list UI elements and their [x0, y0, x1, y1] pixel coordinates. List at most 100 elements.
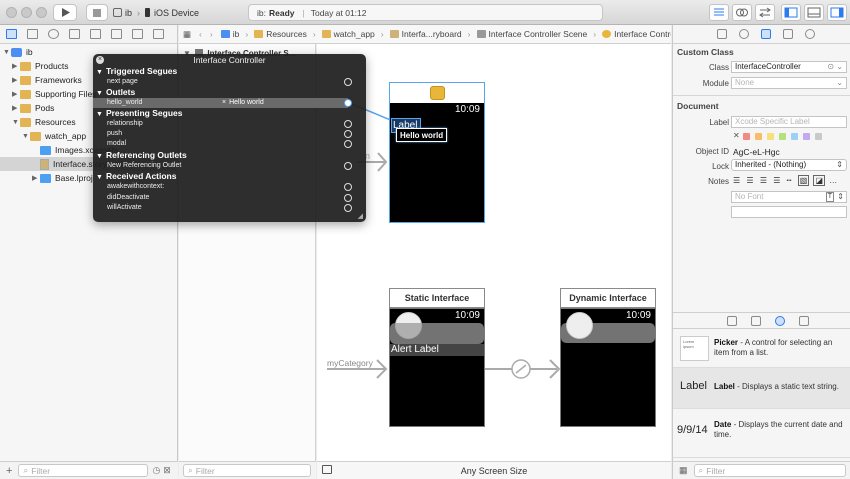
crumb-scene[interactable]: Interface Controller Scene	[476, 29, 587, 39]
connection-circle-icon[interactable]	[344, 204, 352, 212]
background-color-icon[interactable]: ◪	[813, 175, 826, 186]
toggle-outline-icon[interactable]	[322, 465, 332, 474]
crumb-controller[interactable]: Interface Controller	[602, 29, 671, 39]
close-window-button[interactable]	[6, 7, 17, 18]
label-color-red[interactable]	[743, 133, 750, 140]
grid-view-icon[interactable]: ▦	[679, 465, 688, 476]
notes-format-bar[interactable]: ☰ ☰ ☰ ☰ ┅ ▧ ◪ …	[733, 175, 837, 186]
align-left-icon[interactable]: ☰	[733, 176, 740, 185]
connection-circle-icon[interactable]	[344, 130, 352, 138]
disclosure-closed-icon[interactable]: ▶	[32, 174, 40, 182]
connection-row-will-activate[interactable]: willActivate	[93, 203, 366, 213]
disclosure-closed-icon[interactable]: ▶	[12, 62, 20, 70]
static-interface-screen[interactable]: 10:09 Alert Label	[389, 308, 485, 427]
connection-circle-icon[interactable]	[344, 194, 352, 202]
connection-row-new-referencing-outlet[interactable]: New Referencing Outlet	[93, 161, 366, 171]
label-color-orange[interactable]	[755, 133, 762, 140]
connections-inspector-tab-icon[interactable]	[805, 29, 815, 39]
library-item-date[interactable]: 9/9/14 Date - Displays the current date …	[673, 409, 850, 458]
label-color-gray[interactable]	[815, 133, 822, 140]
clear-color-icon[interactable]: ✕	[733, 131, 740, 140]
source-control-filter-icon[interactable]: ⊠	[163, 465, 171, 476]
file-template-library-icon[interactable]	[727, 315, 737, 326]
library-item-label[interactable]: Label Label - Displays a static text str…	[673, 368, 850, 409]
interface-controller-scene[interactable]: 10:09 Label	[389, 82, 485, 223]
controller-icon[interactable]	[430, 86, 445, 100]
dynamic-interface-title[interactable]: Dynamic Interface	[560, 288, 656, 308]
project-navigator-tab-icon[interactable]	[6, 29, 17, 39]
connection-circle-icon[interactable]	[344, 140, 352, 148]
connection-row-hello-world[interactable]: hello_world × Hello world	[93, 98, 366, 108]
disclosure-open-icon[interactable]: ▼	[3, 49, 11, 56]
toggle-navigator-button[interactable]	[781, 4, 801, 21]
lock-popup[interactable]: Inherited - (Nothing) ⇕	[731, 159, 847, 171]
align-right-icon[interactable]: ☰	[760, 176, 767, 185]
module-dropdown-icon[interactable]: ⌄	[836, 78, 843, 88]
connection-row-awake-with-context[interactable]: awakewithcontext:	[93, 182, 366, 192]
issue-navigator-tab-icon[interactable]	[69, 29, 80, 39]
zoom-window-button[interactable]	[36, 7, 47, 18]
navigator-filter-input[interactable]: ⌕ Filter	[18, 464, 149, 477]
toggle-debug-area-button[interactable]	[804, 4, 824, 21]
library-filter-input[interactable]: ⌕ Filter	[693, 464, 846, 477]
connection-row-push[interactable]: push	[93, 129, 366, 139]
outline-filter-input[interactable]: ⌕ Filter	[183, 464, 311, 477]
resize-grip-icon[interactable]: ◢	[358, 212, 363, 220]
file-inspector-tab-icon[interactable]	[717, 29, 727, 39]
connection-circle-icon[interactable]	[344, 162, 352, 170]
quick-help-tab-icon[interactable]	[739, 29, 749, 39]
assistant-editor-button[interactable]	[732, 4, 752, 21]
disclosure-open-icon[interactable]: ▼	[12, 119, 20, 126]
run-button[interactable]	[53, 4, 77, 21]
toggle-utilities-button[interactable]	[827, 4, 847, 21]
alert-label[interactable]: Alert Label	[390, 344, 484, 356]
object-library-icon[interactable]	[775, 315, 785, 326]
find-navigator-tab-icon[interactable]	[48, 29, 59, 39]
class-dropdown-icon[interactable]: ⊙ ⌄	[827, 62, 843, 72]
font-stepper-icon[interactable]: ⇕	[837, 192, 844, 202]
label-color-yellow[interactable]	[767, 133, 774, 140]
more-icon[interactable]: …	[829, 176, 837, 185]
report-navigator-tab-icon[interactable]	[153, 29, 164, 39]
test-navigator-tab-icon[interactable]	[90, 29, 101, 39]
justify-icon[interactable]: ☰	[773, 176, 780, 185]
crumb-resources[interactable]: Resources	[254, 29, 307, 39]
back-icon[interactable]: ‹	[199, 29, 202, 39]
crumb-storyboard[interactable]: Interfa...ryboard	[389, 29, 462, 39]
disclosure-closed-icon[interactable]: ▶	[12, 104, 20, 112]
recent-files-icon[interactable]: ◷	[152, 465, 160, 476]
static-interface-title[interactable]: Static Interface	[389, 288, 485, 308]
library-item-picker[interactable]: Lorem ipsum Picker - A control for selec…	[673, 330, 850, 368]
debug-navigator-tab-icon[interactable]	[111, 29, 122, 39]
crumb-watch-app[interactable]: watch_app	[321, 29, 375, 39]
disclosure-closed-icon[interactable]: ▶	[12, 90, 20, 98]
crumb-project[interactable]: ib	[220, 29, 239, 39]
label-color-green[interactable]	[779, 133, 786, 140]
connection-circle-icon[interactable]	[344, 78, 352, 86]
breakpoint-navigator-tab-icon[interactable]	[132, 29, 143, 39]
size-class-button[interactable]: Any Screen Size	[461, 466, 528, 476]
connection-row-next-page[interactable]: next page	[93, 77, 366, 87]
minimize-window-button[interactable]	[21, 7, 32, 18]
connection-row-did-deactivate[interactable]: didDeactivate	[93, 193, 366, 203]
notes-textarea[interactable]	[731, 206, 847, 218]
add-file-icon[interactable]: +	[6, 465, 12, 477]
media-library-icon[interactable]	[799, 315, 809, 326]
scheme-selector[interactable]: ib › iOS Device	[113, 4, 203, 21]
connection-circle-icon[interactable]	[344, 120, 352, 128]
attributes-inspector-tab-icon[interactable]	[783, 29, 793, 39]
label-color-blue[interactable]	[791, 133, 798, 140]
identity-inspector-tab-icon[interactable]	[761, 29, 771, 39]
connection-row-modal[interactable]: modal	[93, 139, 366, 149]
outlet-target[interactable]: × Hello world	[222, 98, 264, 108]
class-field[interactable]: InterfaceController ⊙ ⌄	[731, 61, 847, 73]
text-color-icon[interactable]: ▧	[797, 175, 810, 186]
disclosure-closed-icon[interactable]: ▶	[12, 76, 20, 84]
symbol-navigator-tab-icon[interactable]	[27, 29, 38, 39]
scheme-device[interactable]: iOS Device	[154, 8, 199, 18]
align-center-icon[interactable]: ☰	[746, 176, 753, 185]
close-icon[interactable]: ×	[96, 56, 104, 64]
spacing-icon[interactable]: ┅	[787, 176, 792, 185]
version-editor-button[interactable]	[755, 4, 775, 21]
font-field[interactable]: No Font T ⇕	[731, 191, 847, 203]
